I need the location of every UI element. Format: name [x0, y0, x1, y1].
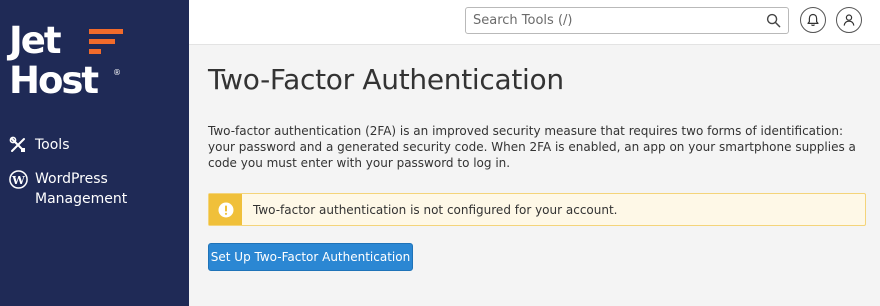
- bell-icon: [807, 13, 819, 26]
- warning-icon: [218, 202, 233, 217]
- user-menu-button[interactable]: [836, 7, 862, 33]
- logo-registered-mark: ®: [113, 68, 121, 77]
- logo-speed-mark-icon: [89, 29, 123, 54]
- sidebar-item-label: WordPress Management: [35, 171, 128, 207]
- jethost-logo[interactable]: Jet Host ®: [9, 22, 129, 104]
- sidebar-item-wordpress-management[interactable]: W WordPress Management: [8, 169, 135, 209]
- logo-line-2: Host: [9, 59, 99, 102]
- page-description: Two-factor authentication (2FA) is an im…: [208, 124, 856, 170]
- search-icon[interactable]: [766, 13, 781, 28]
- warning-alert: Two-factor authentication is not configu…: [208, 193, 866, 226]
- page-title: Two-Factor Authentication: [208, 63, 564, 96]
- top-header: [189, 0, 880, 45]
- search-box: [465, 7, 789, 34]
- sidebar: Jet Host ® Tools W WordPress Management: [0, 0, 189, 306]
- notifications-button[interactable]: [800, 7, 826, 33]
- user-icon: [843, 14, 855, 26]
- sidebar-item-label: Tools: [35, 137, 70, 153]
- wordpress-icon: W: [8, 169, 28, 189]
- svg-text:W: W: [11, 172, 25, 186]
- search-input[interactable]: [466, 8, 756, 33]
- logo-line-1: Jet: [9, 19, 62, 62]
- alert-icon-container: [209, 194, 242, 225]
- sidebar-item-tools[interactable]: Tools: [8, 135, 70, 155]
- tools-icon: [8, 135, 28, 155]
- alert-message: Two-factor authentication is not configu…: [253, 203, 618, 217]
- setup-2fa-button[interactable]: Set Up Two-Factor Authentication: [208, 243, 413, 271]
